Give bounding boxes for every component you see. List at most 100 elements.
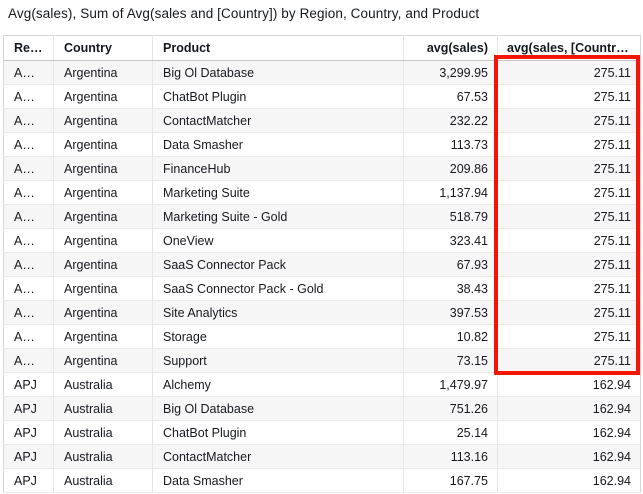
table-row[interactable]: AMERArgentinaSaaS Connector Pack67.93275… — [4, 253, 641, 277]
cell-avg_sales_country[interactable]: 275.11 — [498, 61, 641, 85]
cell-product[interactable]: ContactMatcher — [153, 109, 404, 133]
cell-avg_sales_country[interactable]: 275.11 — [498, 325, 641, 349]
table-row[interactable]: APJAustraliaChatBot Plugin25.14162.94 — [4, 421, 641, 445]
cell-avg_sales_country[interactable]: 275.11 — [498, 157, 641, 181]
table-row[interactable]: AMERArgentinaContactMatcher232.22275.11 — [4, 109, 641, 133]
cell-product[interactable]: Alchemy — [153, 373, 404, 397]
cell-avg_sales_country[interactable]: 275.11 — [498, 181, 641, 205]
cell-country[interactable]: Australia — [54, 469, 153, 493]
cell-country[interactable]: Argentina — [54, 205, 153, 229]
cell-country[interactable]: Argentina — [54, 109, 153, 133]
cell-region[interactable]: AMER — [4, 133, 54, 157]
cell-product[interactable]: Site Analytics — [153, 301, 404, 325]
cell-avg_sales[interactable]: 67.53 — [404, 85, 498, 109]
cell-country[interactable]: Argentina — [54, 301, 153, 325]
cell-avg_sales[interactable]: 209.86 — [404, 157, 498, 181]
cell-country[interactable]: Australia — [54, 373, 153, 397]
cell-country[interactable]: Argentina — [54, 349, 153, 373]
cell-region[interactable]: AMER — [4, 229, 54, 253]
cell-avg_sales_country[interactable]: 275.11 — [498, 229, 641, 253]
cell-country[interactable]: Argentina — [54, 277, 153, 301]
cell-country[interactable]: Australia — [54, 397, 153, 421]
cell-country[interactable]: Argentina — [54, 325, 153, 349]
cell-region[interactable]: AMER — [4, 325, 54, 349]
cell-product[interactable]: ChatBot Plugin — [153, 421, 404, 445]
table-row[interactable]: AMERArgentinaData Smasher113.73275.11 — [4, 133, 641, 157]
table-row[interactable]: AMERArgentinaSite Analytics397.53275.11 — [4, 301, 641, 325]
cell-avg_sales[interactable]: 3,299.95 — [404, 61, 498, 85]
cell-region[interactable]: AMER — [4, 253, 54, 277]
cell-avg_sales_country[interactable]: 275.11 — [498, 349, 641, 373]
cell-avg_sales[interactable]: 73.15 — [404, 349, 498, 373]
cell-avg_sales[interactable]: 38.43 — [404, 277, 498, 301]
cell-avg_sales[interactable]: 751.26 — [404, 397, 498, 421]
cell-avg_sales[interactable]: 113.73 — [404, 133, 498, 157]
cell-avg_sales[interactable]: 25.14 — [404, 421, 498, 445]
table-row[interactable]: AMERArgentinaFinanceHub209.86275.11 — [4, 157, 641, 181]
cell-avg_sales_country[interactable]: 275.11 — [498, 301, 641, 325]
cell-country[interactable]: Argentina — [54, 85, 153, 109]
cell-region[interactable]: APJ — [4, 469, 54, 493]
cell-product[interactable]: Marketing Suite — [153, 181, 404, 205]
cell-country[interactable]: Argentina — [54, 253, 153, 277]
cell-avg_sales_country[interactable]: 275.11 — [498, 133, 641, 157]
cell-product[interactable]: Support — [153, 349, 404, 373]
cell-region[interactable]: AMER — [4, 205, 54, 229]
cell-product[interactable]: SaaS Connector Pack - Gold — [153, 277, 404, 301]
table-row[interactable]: APJAustraliaBig Ol Database751.26162.94 — [4, 397, 641, 421]
cell-avg_sales[interactable]: 167.75 — [404, 469, 498, 493]
cell-product[interactable]: Data Smasher — [153, 133, 404, 157]
table-row[interactable]: AMERArgentinaSupport73.15275.11 — [4, 349, 641, 373]
cell-avg_sales[interactable]: 323.41 — [404, 229, 498, 253]
cell-avg_sales_country[interactable]: 275.11 — [498, 85, 641, 109]
cell-country[interactable]: Argentina — [54, 133, 153, 157]
table-row[interactable]: AMERArgentinaBig Ol Database3,299.95275.… — [4, 61, 641, 85]
cell-avg_sales[interactable]: 232.22 — [404, 109, 498, 133]
column-header-country[interactable]: Country — [54, 36, 153, 61]
cell-region[interactable]: AMER — [4, 61, 54, 85]
cell-country[interactable]: Argentina — [54, 157, 153, 181]
cell-avg_sales[interactable]: 397.53 — [404, 301, 498, 325]
cell-region[interactable]: AMER — [4, 85, 54, 109]
cell-avg_sales[interactable]: 113.16 — [404, 445, 498, 469]
cell-product[interactable]: Data Smasher — [153, 469, 404, 493]
cell-product[interactable]: SaaS Connector Pack — [153, 253, 404, 277]
column-header-avg-sales[interactable]: avg(sales) — [404, 36, 498, 61]
cell-region[interactable]: AMER — [4, 349, 54, 373]
cell-region[interactable]: AMER — [4, 301, 54, 325]
table-row[interactable]: APJAustraliaData Smasher167.75162.94 — [4, 469, 641, 493]
cell-avg_sales[interactable]: 67.93 — [404, 253, 498, 277]
cell-avg_sales_country[interactable]: 275.11 — [498, 253, 641, 277]
cell-product[interactable]: Marketing Suite - Gold — [153, 205, 404, 229]
cell-avg_sales_country[interactable]: 162.94 — [498, 421, 641, 445]
table-row[interactable]: AMERArgentinaSaaS Connector Pack - Gold3… — [4, 277, 641, 301]
table-row[interactable]: APJAustraliaContactMatcher113.16162.94 — [4, 445, 641, 469]
table-row[interactable]: AMERArgentinaMarketing Suite - Gold518.7… — [4, 205, 641, 229]
cell-country[interactable]: Argentina — [54, 181, 153, 205]
cell-region[interactable]: APJ — [4, 397, 54, 421]
cell-country[interactable]: Argentina — [54, 61, 153, 85]
cell-avg_sales[interactable]: 1,137.94 — [404, 181, 498, 205]
cell-region[interactable]: AMER — [4, 109, 54, 133]
cell-region[interactable]: AMER — [4, 181, 54, 205]
table-row[interactable]: AMERArgentinaStorage10.82275.11 — [4, 325, 641, 349]
cell-avg_sales_country[interactable]: 162.94 — [498, 469, 641, 493]
cell-avg_sales_country[interactable]: 162.94 — [498, 445, 641, 469]
cell-country[interactable]: Australia — [54, 421, 153, 445]
cell-product[interactable]: Storage — [153, 325, 404, 349]
table-row[interactable]: AMERArgentinaChatBot Plugin67.53275.11 — [4, 85, 641, 109]
cell-region[interactable]: AMER — [4, 277, 54, 301]
column-header-avg-sales-country[interactable]: avg(sales, [Country]) — [498, 36, 641, 61]
cell-avg_sales_country[interactable]: 275.11 — [498, 205, 641, 229]
cell-product[interactable]: ChatBot Plugin — [153, 85, 404, 109]
cell-region[interactable]: APJ — [4, 421, 54, 445]
cell-region[interactable]: APJ — [4, 373, 54, 397]
table-row[interactable]: AMERArgentinaMarketing Suite1,137.94275.… — [4, 181, 641, 205]
cell-product[interactable]: ContactMatcher — [153, 445, 404, 469]
cell-product[interactable]: OneView — [153, 229, 404, 253]
cell-avg_sales[interactable]: 518.79 — [404, 205, 498, 229]
table-row[interactable]: APJAustraliaAlchemy1,479.97162.94 — [4, 373, 641, 397]
column-header-region[interactable]: Regi... — [4, 36, 54, 61]
column-header-product[interactable]: Product — [153, 36, 404, 61]
cell-region[interactable]: APJ — [4, 445, 54, 469]
